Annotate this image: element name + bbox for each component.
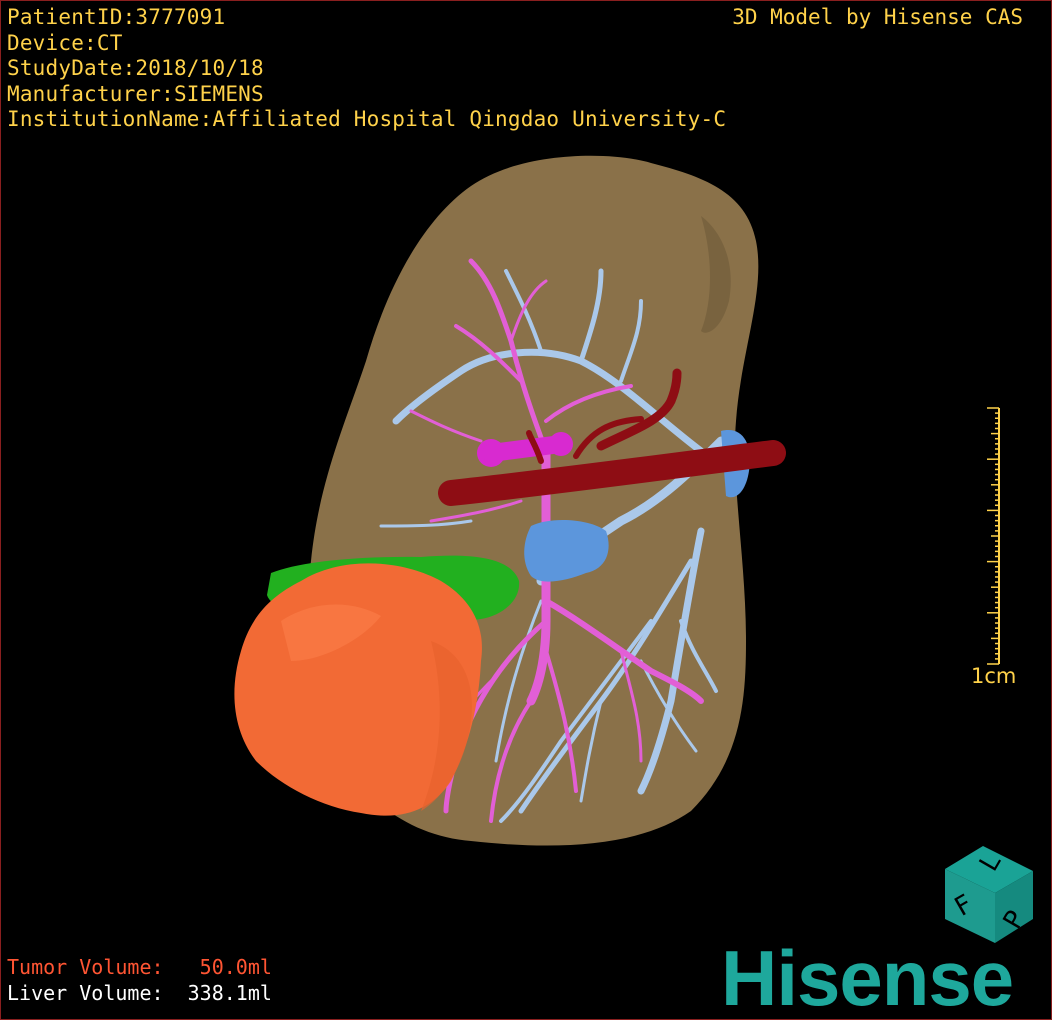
model-credit: 3D Model by Hisense CAS [732, 5, 1023, 29]
volume-readout: Tumor Volume: 50.0ml Liver Volume: 338.1… [7, 954, 272, 1006]
scale-label: 1cm [971, 664, 1017, 688]
portal-trunk [482, 435, 570, 462]
hisense-logo: Hisense [721, 934, 1014, 1020]
study-date: StudyDate:2018/10/18 [7, 56, 264, 80]
liver-volume: Liver Volume: 338.1ml [7, 981, 272, 1005]
3d-viewport[interactable]: PatientID:3777091 Device:CT StudyDate:20… [0, 0, 1052, 1020]
manufacturer: Manufacturer:SIEMENS [7, 81, 264, 106]
tumor-volume: Tumor Volume: 50.0ml [7, 955, 272, 979]
device: Device:CT [7, 30, 123, 55]
patient-info-overlay: PatientID:3777091 Device:CT StudyDate:20… [7, 5, 726, 133]
liver-3d-model[interactable] [1, 1, 1051, 1019]
institution-name: InstitutionName:Affiliated Hospital Qing… [7, 107, 727, 131]
scale-bar [987, 407, 1000, 665]
patient-id: PatientID:3777091 [7, 5, 226, 29]
